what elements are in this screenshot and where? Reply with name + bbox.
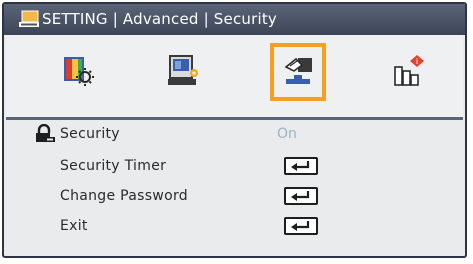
tab-display[interactable] [156, 43, 212, 101]
enter-icon [291, 191, 310, 201]
change-password-enter-button[interactable] [284, 187, 318, 205]
menu-item-exit[interactable]: Exit [6, 214, 463, 240]
tab-color[interactable] [50, 43, 106, 101]
enter-icon [291, 161, 310, 171]
menu-item-change-password[interactable]: Change Password [6, 184, 463, 210]
settings-icon [18, 9, 40, 29]
display-settings-icon [168, 55, 198, 85]
menu-item-security[interactable]: Security On [6, 122, 463, 148]
security-value[interactable]: On [277, 126, 297, 142]
exit-enter-button[interactable] [284, 217, 318, 235]
osd-menu-window: SETTING | Advanced | Security i Security… [2, 2, 467, 258]
color-settings-icon [64, 57, 94, 86]
page-title: SETTING | Advanced | Security [42, 10, 277, 28]
tab-information[interactable]: i [381, 43, 437, 101]
menu-item-security-timer[interactable]: Security Timer [6, 154, 463, 180]
lock-icon [34, 123, 56, 148]
security-settings-icon [284, 57, 312, 84]
enter-icon [291, 221, 310, 231]
category-tab-bar: i [6, 35, 463, 120]
title-bar: SETTING | Advanced | Security [4, 4, 465, 35]
svg-text:i: i [416, 57, 418, 66]
change-password-label: Change Password [60, 188, 188, 204]
security-timer-label: Security Timer [60, 158, 167, 174]
tab-security[interactable] [270, 43, 326, 101]
system-info-icon: i [394, 55, 424, 86]
security-timer-enter-button[interactable] [284, 157, 318, 175]
security-label: Security [60, 126, 120, 142]
exit-label: Exit [60, 218, 88, 234]
security-menu-list: Security On Security Timer Change Passwo… [6, 120, 463, 254]
